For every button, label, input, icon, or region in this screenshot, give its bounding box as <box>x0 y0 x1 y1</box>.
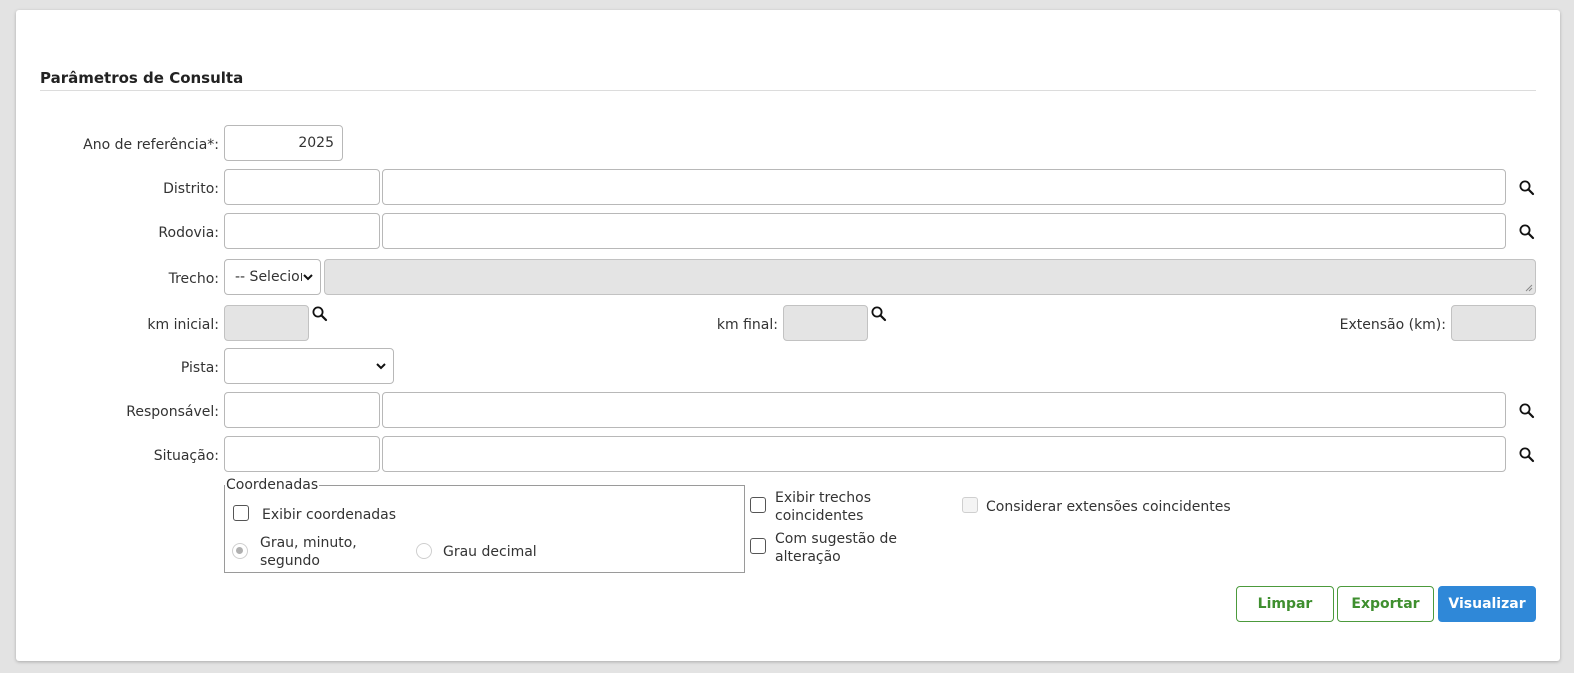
km-inicial-search-icon[interactable] <box>311 305 329 323</box>
km-final-search-icon[interactable] <box>870 305 888 323</box>
resize-handle-icon[interactable] <box>1525 284 1533 292</box>
pista-label: Pista: <box>180 360 219 376</box>
km-final-label: km final: <box>716 317 778 333</box>
exibir-trechos-coincidentes-label: Exibir trechos coincidentes <box>775 490 871 524</box>
km-inicial-label: km inicial: <box>147 317 219 333</box>
distrito-search-icon[interactable] <box>1518 179 1536 197</box>
considerar-extensoes-label: Considerar extensões coincidentes <box>986 499 1231 515</box>
chevron-down-icon <box>376 363 386 370</box>
situacao-label: Situação: <box>153 448 219 464</box>
ano-input[interactable] <box>224 125 343 161</box>
exibir-coordenadas-checkbox[interactable] <box>233 505 249 521</box>
considerar-extensoes-checkbox <box>962 497 978 513</box>
com-sugestao-alteracao-label: Com sugestão de alteração <box>775 531 897 565</box>
pista-select[interactable] <box>224 348 394 384</box>
responsavel-name-input[interactable] <box>382 392 1506 428</box>
com-sugestao-alteracao-checkbox[interactable] <box>750 538 766 554</box>
distrito-name-input[interactable] <box>382 169 1506 205</box>
visualizar-button[interactable]: Visualizar <box>1438 586 1536 622</box>
distrito-code-input[interactable] <box>224 169 380 205</box>
exportar-button[interactable]: Exportar <box>1337 586 1434 622</box>
rodovia-name-input[interactable] <box>382 213 1506 249</box>
situacao-search-icon[interactable] <box>1518 446 1536 464</box>
responsavel-search-icon[interactable] <box>1518 402 1536 420</box>
section-divider <box>40 90 1536 91</box>
grau-decimal-label: Grau decimal <box>443 544 537 560</box>
responsavel-label: Responsável: <box>126 404 219 420</box>
rodovia-label: Rodovia: <box>158 225 219 241</box>
grau-minuto-segundo-radio[interactable] <box>232 543 248 559</box>
grau-decimal-radio[interactable] <box>416 543 432 559</box>
situacao-name-input[interactable] <box>382 436 1506 472</box>
extensao-label: Extensão (km): <box>1339 317 1446 333</box>
rodovia-code-input[interactable] <box>224 213 380 249</box>
km-inicial-input <box>224 305 309 341</box>
trecho-label: Trecho: <box>168 271 219 287</box>
coordenadas-legend: Coordenadas <box>225 477 320 493</box>
trecho-description <box>324 259 1536 295</box>
extensao-input <box>1451 305 1536 341</box>
section-title: Parâmetros de Consulta <box>40 69 244 87</box>
km-final-input <box>783 305 868 341</box>
grau-minuto-segundo-label: Grau, minuto, segundo <box>260 535 357 569</box>
distrito-label: Distrito: <box>163 181 219 197</box>
situacao-code-input[interactable] <box>224 436 380 472</box>
ano-label: Ano de referência*: <box>83 137 219 153</box>
exibir-trechos-coincidentes-checkbox[interactable] <box>750 497 766 513</box>
trecho-select[interactable]: -- Selecione -- <box>224 259 321 295</box>
responsavel-code-input[interactable] <box>224 392 380 428</box>
exibir-coordenadas-label: Exibir coordenadas <box>262 507 397 523</box>
chevron-down-icon <box>303 274 313 281</box>
limpar-button[interactable]: Limpar <box>1236 586 1334 622</box>
trecho-select-value: -- Selecione -- <box>235 269 302 285</box>
rodovia-search-icon[interactable] <box>1518 223 1536 241</box>
